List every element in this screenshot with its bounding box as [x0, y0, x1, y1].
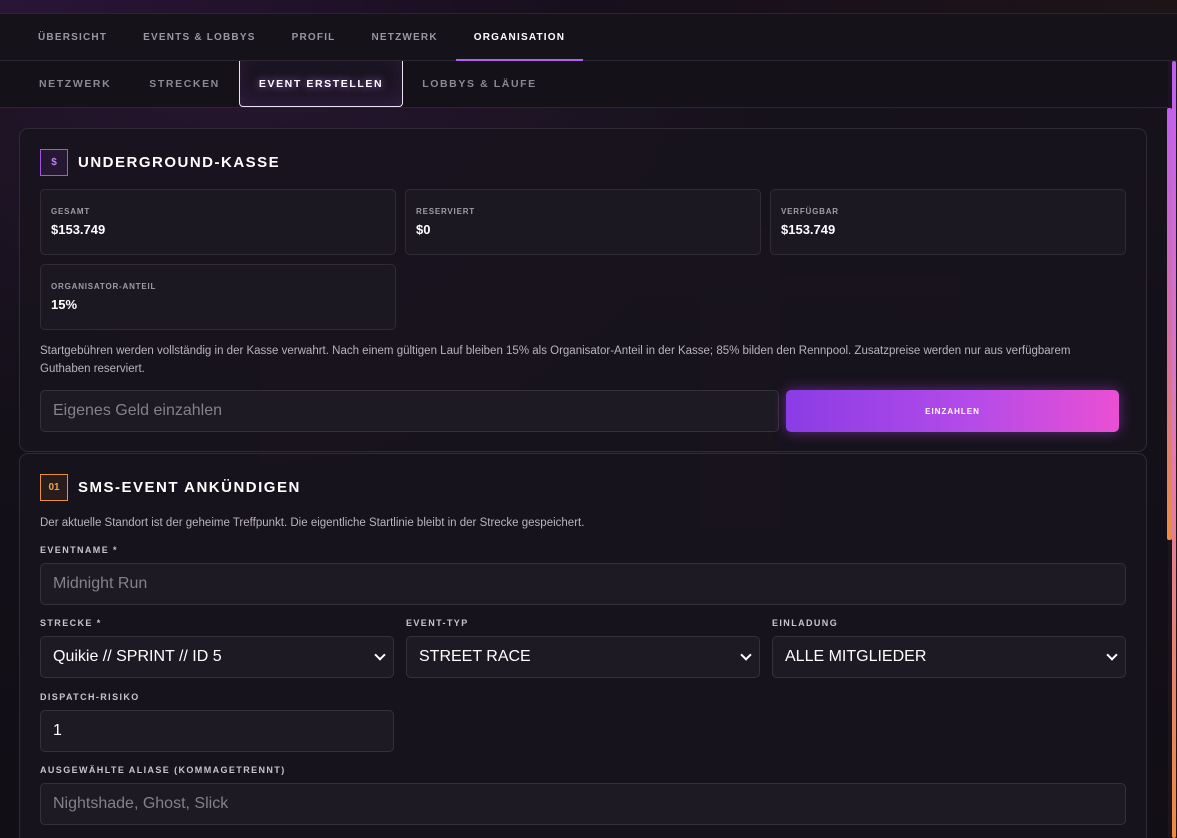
stat-organizer-share-value: 15% — [51, 297, 78, 312]
deposit-amount-input[interactable] — [40, 390, 779, 432]
treasury-title: UNDERGROUND-KASSE — [78, 154, 281, 171]
stat-total-label: GESAMT — [51, 207, 91, 216]
sms-event-card: 01 SMS-EVENT ANKÜNDIGEN Der aktuelle Sta… — [19, 453, 1147, 838]
treasury-note-line-2: Guthaben reserviert. — [40, 363, 145, 375]
subtab-netzwerk[interactable]: NETZWERK — [20, 61, 130, 107]
aliases-input[interactable] — [40, 783, 1126, 825]
event-type-select-wrap: STREET RACE — [406, 636, 760, 678]
outer-scrollbar-thumb[interactable] — [1172, 61, 1176, 838]
subtab-strecken[interactable]: STRECKEN — [130, 61, 239, 107]
event-type-label: EVENT-TYP — [406, 618, 469, 628]
tab-uebersicht[interactable]: ÜBERSICHT — [20, 14, 125, 60]
aliases-label: AUSGEWÄHLTE ALIASE (KOMMAGETRENNT) — [40, 765, 286, 775]
content-scroll-area: $ UNDERGROUND-KASSE GESAMT $153.749 RESE… — [0, 108, 1177, 838]
stat-reserved-value: $0 — [416, 222, 431, 237]
event-name-label: EVENTNAME * — [40, 545, 118, 555]
tab-netzwerk[interactable]: NETZWERK — [353, 14, 455, 60]
stat-organizer-share-label: ORGANISATOR-ANTEIL — [51, 282, 157, 291]
invite-select-wrap: ALLE MITGLIEDER — [772, 636, 1126, 678]
top-strip — [0, 0, 1177, 14]
stat-total-value: $153.749 — [51, 222, 106, 237]
invite-select[interactable]: ALLE MITGLIEDER — [772, 636, 1126, 678]
track-label: STRECKE * — [40, 618, 102, 628]
secondary-nav: NETZWERK STRECKEN EVENT ERSTELLEN LOBBYS… — [0, 61, 1177, 108]
deposit-button[interactable]: EINZAHLEN — [786, 390, 1119, 432]
stat-available: VERFÜGBAR $153.749 — [770, 189, 1126, 255]
subtab-lobbys-laeufe[interactable]: LOBBYS & LÄUFE — [403, 61, 556, 107]
stat-reserved-label: RESERVIERT — [416, 207, 475, 216]
sms-event-description: Der aktuelle Standort ist der geheime Tr… — [40, 517, 585, 529]
treasury-header: $ UNDERGROUND-KASSE — [40, 149, 280, 176]
tab-organisation[interactable]: ORGANISATION — [455, 14, 584, 61]
event-type-select[interactable]: STREET RACE — [406, 636, 760, 678]
sms-event-title: SMS-EVENT ANKÜNDIGEN — [78, 479, 301, 496]
treasury-card: $ UNDERGROUND-KASSE GESAMT $153.749 RESE… — [19, 128, 1147, 452]
inner-scrollbar-thumb[interactable] — [1167, 108, 1172, 540]
event-name-input[interactable] — [40, 563, 1126, 605]
tab-events-lobbys[interactable]: EVENTS & LOBBYS — [125, 14, 273, 60]
treasury-note: Startgebühren werden vollständig in der … — [40, 342, 1130, 378]
primary-nav: ÜBERSICHT EVENTS & LOBBYS PROFIL NETZWER… — [0, 14, 1177, 61]
treasury-note-line-1: Startgebühren werden vollständig in der … — [40, 345, 1071, 357]
dispatch-risk-label: DISPATCH-RISIKO — [40, 692, 140, 702]
dispatch-risk-input[interactable]: 1 — [40, 710, 394, 752]
subtab-event-erstellen[interactable]: EVENT ERSTELLEN — [238, 61, 404, 107]
track-select-wrap: Quikie // SPRINT // ID 5 — [40, 636, 394, 678]
stat-reserved: RESERVIERT $0 — [405, 189, 761, 255]
dollar-icon: $ — [40, 149, 68, 176]
sms-event-header: 01 SMS-EVENT ANKÜNDIGEN — [40, 474, 301, 501]
invite-label: EINLADUNG — [772, 618, 839, 628]
stat-available-value: $153.749 — [781, 222, 836, 237]
stat-available-label: VERFÜGBAR — [781, 207, 839, 216]
stat-organizer-share: ORGANISATOR-ANTEIL 15% — [40, 264, 396, 330]
stat-total: GESAMT $153.749 — [40, 189, 396, 255]
track-select[interactable]: Quikie // SPRINT // ID 5 — [40, 636, 394, 678]
tab-profil[interactable]: PROFIL — [274, 14, 354, 60]
app-window: ÜBERSICHT EVENTS & LOBBYS PROFIL NETZWER… — [0, 0, 1177, 838]
step-number-badge: 01 — [40, 474, 68, 501]
